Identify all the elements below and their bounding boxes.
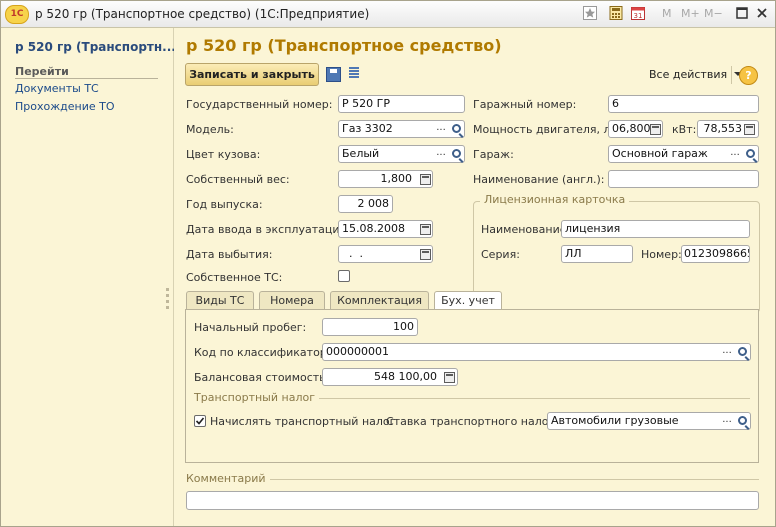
year-label: Год выпуска:	[186, 198, 263, 211]
calculator-icon[interactable]	[609, 6, 623, 20]
garage-label: Гараж:	[473, 148, 514, 161]
retire-date-label: Дата выбытия:	[186, 248, 273, 261]
english-name-label: Наименование (англ.):	[473, 173, 605, 186]
tab-numbers[interactable]: Номера	[259, 291, 325, 309]
license-number-label: Номер:	[641, 248, 682, 261]
balance-calculator-icon[interactable]	[444, 372, 455, 383]
body-color-label: Цвет кузова:	[186, 148, 261, 161]
save-and-close-button[interactable]: Записать и закрыть	[185, 63, 319, 86]
license-number-input[interactable]: 0123098665	[681, 245, 750, 263]
calendar-icon[interactable]: 31	[631, 6, 645, 20]
own-weight-input[interactable]: 1,800	[338, 170, 433, 188]
retire-date-calendar-icon[interactable]	[420, 249, 431, 260]
title-bar: 1С р 520 гр (Транспортное средство) (1С:…	[1, 1, 775, 28]
license-series-label: Серия:	[481, 248, 520, 261]
balance-cost-input[interactable]: 548 100,00	[322, 368, 458, 386]
license-name-input[interactable]: лицензия	[561, 220, 750, 238]
license-series-input[interactable]: ЛЛ	[561, 245, 633, 263]
model-label: Модель:	[186, 123, 234, 136]
tax-accrual-label: Начислять транспортный налог	[210, 415, 396, 428]
tax-section-title: Транспортный налог	[194, 391, 319, 404]
comment-label: Комментарий	[186, 472, 270, 485]
maximize-icon[interactable]	[735, 6, 749, 20]
tax-rate-search-icon[interactable]	[738, 416, 747, 425]
model-search-icon[interactable]	[452, 124, 461, 133]
power-calculator-icon[interactable]	[650, 124, 661, 135]
form-area: р 520 гр (Транспортное средство) Записат…	[174, 28, 775, 526]
1c-logo-icon: 1С	[5, 5, 29, 24]
garage-number-input[interactable]: 6	[608, 95, 759, 113]
checkmark-icon	[195, 417, 205, 425]
memory-m-button[interactable]: M	[662, 7, 672, 20]
model-value: Газ 3302	[342, 122, 393, 135]
sidebar-link-documents[interactable]: Документы ТС	[15, 82, 99, 95]
initial-mileage-input[interactable]: 100	[322, 318, 418, 336]
english-name-input[interactable]	[608, 170, 759, 188]
accounting-tab-panel: Начальный пробег: 100 Код по классификат…	[185, 309, 759, 463]
memory-plus-button[interactable]: M+	[681, 7, 700, 20]
own-vehicle-label: Собственное ТС:	[186, 271, 283, 284]
color-select-button[interactable]: ...	[434, 145, 448, 163]
favorite-icon[interactable]	[583, 6, 597, 20]
garage-select-button[interactable]: ...	[728, 145, 742, 163]
model-select-button[interactable]: ...	[434, 120, 448, 138]
initial-mileage-label: Начальный пробег:	[194, 321, 307, 334]
year-input[interactable]: 2 008	[338, 195, 393, 213]
own-weight-label: Собственный вес:	[186, 173, 290, 186]
toolbar-separator	[731, 66, 732, 84]
app-window: 1С р 520 гр (Транспортное средство) (1С:…	[0, 0, 776, 527]
license-name-label: Наименование:	[481, 223, 571, 236]
classifier-search-icon[interactable]	[738, 347, 747, 356]
start-date-label: Дата ввода в эксплуатацию:	[186, 223, 353, 236]
sidebar-divider	[15, 78, 158, 79]
save-icon[interactable]	[326, 67, 341, 82]
garage-search-icon[interactable]	[746, 149, 755, 158]
tab-equipment[interactable]: Комплектация	[330, 291, 429, 309]
help-button[interactable]: ?	[739, 66, 758, 85]
garage-number-label: Гаражный номер:	[473, 98, 577, 111]
start-date-input[interactable]: 15.08.2008	[338, 220, 433, 238]
color-search-icon[interactable]	[452, 149, 461, 158]
engine-power-label: Мощность двигателя, л.с:	[473, 123, 624, 136]
classifier-select-button[interactable]: ...	[720, 343, 734, 361]
list-icon[interactable]	[349, 67, 359, 80]
all-actions-menu[interactable]: Все действия	[649, 68, 742, 81]
memory-minus-button[interactable]: M−	[704, 7, 723, 20]
classifier-code-value: 000000001	[326, 345, 389, 358]
comment-input[interactable]	[186, 491, 759, 510]
sidebar-link-inspection[interactable]: Прохождение ТО	[15, 100, 115, 113]
close-icon[interactable]	[755, 6, 769, 20]
tax-rate-value: Автомобили грузовые	[551, 414, 679, 427]
retire-date-input[interactable]: . .	[338, 245, 433, 263]
tax-rate-select-button[interactable]: ...	[720, 412, 734, 430]
panel-resize-grip[interactable]	[166, 288, 170, 316]
license-card-title: Лицензионная карточка	[480, 193, 630, 206]
page-title: р 520 гр (Транспортное средство)	[186, 36, 502, 55]
all-actions-label: Все действия	[649, 68, 728, 81]
state-number-input[interactable]: Р 520 ГР	[338, 95, 465, 113]
tax-accrual-checkbox[interactable]	[194, 415, 206, 427]
sidebar-goto-heading: Перейти	[15, 65, 69, 78]
kw-calculator-icon[interactable]	[744, 124, 755, 135]
sidebar-title: р 520 гр (Транспортн...	[15, 40, 176, 54]
classifier-code-label: Код по классификатору:	[194, 346, 337, 359]
balance-cost-label: Балансовая стоимость:	[194, 371, 330, 384]
tab-accounting[interactable]: Бух. учет	[434, 291, 502, 310]
start-date-calendar-icon[interactable]	[420, 224, 431, 235]
svg-text:31: 31	[634, 12, 643, 20]
navigation-panel: р 520 гр (Транспортн... Перейти Документ…	[1, 28, 176, 526]
state-number-label: Государственный номер:	[186, 98, 333, 111]
window-title: р 520 гр (Транспортное средство) (1С:Пре…	[35, 7, 370, 21]
kw-label: кВт:	[672, 123, 697, 136]
tax-rate-label: Ставка транспортного налога:	[386, 415, 565, 428]
garage-value: Основной гараж	[612, 147, 708, 160]
body-color-value: Белый	[342, 147, 380, 160]
weight-calculator-icon[interactable]	[420, 174, 431, 185]
comment-divider	[186, 479, 759, 480]
classifier-code-input[interactable]: 000000001	[322, 343, 751, 361]
own-vehicle-checkbox[interactable]	[338, 270, 350, 282]
tab-vehicle-types[interactable]: Виды ТС	[186, 291, 254, 309]
